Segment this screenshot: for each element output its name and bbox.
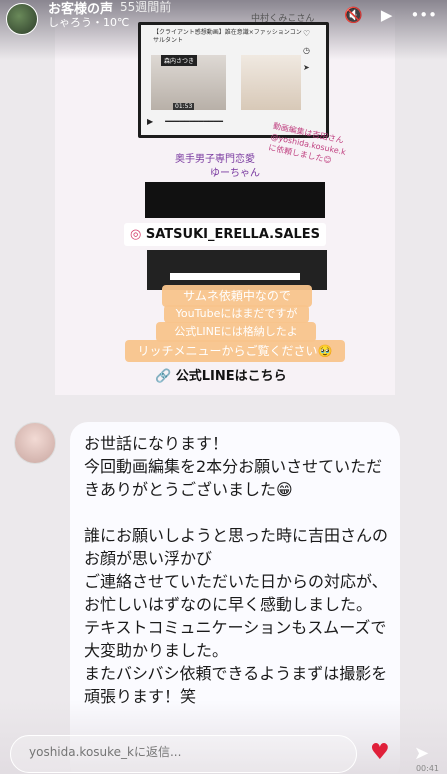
overlay-label-2: ゆーちゃん [210,168,260,179]
orange-caption-1: サムネ依頼中なので [162,285,312,307]
instagram-mention-sticker[interactable]: ◎ SATSUKI_ERELLA.SALES [124,223,327,246]
link-icon: 🔗 [155,369,172,384]
instagram-icon: ◎ [130,227,142,242]
overlay-label-1: 奥手男子専門恋愛 [175,154,255,165]
reply-input[interactable] [27,744,341,760]
video-person-right [241,55,301,110]
send-icon[interactable]: ➤ [414,743,429,764]
commenter-avatar [14,422,56,464]
more-icon[interactable]: ••• [410,6,437,24]
pink-text-strip [170,273,300,280]
comment-text: お世話になります！ 今回動画編集を2本分お願いさせていただきありがとうございまし… [84,434,389,706]
line-link-text: 公式LINEはこちら [175,369,287,384]
account-avatar[interactable] [6,3,38,35]
reply-bar[interactable] [10,735,357,773]
video-thumbnail: 中村くみこさん 【クライアント感想動画】誰在意識×ファッションコンサルタント 森… [138,14,329,138]
video-play-icon: ▶ [147,117,154,126]
heart-outline-icon: ♡ [303,29,311,38]
video-time: 01:53 [173,103,195,110]
video-title: 【クライアント感想動画】誰在意識×ファッションコンサルタント [153,29,302,44]
orange-caption-2: YouTubeにはまだですが [164,305,309,323]
line-link-sticker[interactable]: 🔗 公式LINEはこちら [155,365,287,384]
play-icon[interactable]: ▶ [381,6,393,24]
header-controls: 🔇 ▶ ••• [344,6,437,24]
video-person-name: 中村くみこさん [251,14,315,24]
video-progress: ━━━━━━━━━━━━ [165,117,223,126]
mute-icon[interactable]: 🔇 [344,6,363,24]
sticker-text: SATSUKI_ERELLA.SALES [145,227,321,242]
video-side-icons: ♡ ◷ ➤ [303,29,317,72]
share-icon: ➤ [303,63,310,72]
dark-image-strip-2 [147,250,327,290]
dark-image-strip-1 [145,182,325,218]
orange-caption-4: リッチメニューからご覧ください🥹 [125,340,345,362]
story-viewer: お客様の声 55週間前 しゃろう・10℃ 🔇 ▶ ••• 中村くみこさん 【クラ… [0,0,447,774]
story-time: 55週間前 [120,0,172,14]
orange-caption-3: 公式LINEには格納したよ [156,322,316,342]
heart-icon[interactable]: ♥ [370,740,390,765]
video-name-tag: 森内さつき [161,55,198,66]
timestamp: 00:41 [415,764,439,773]
clock-icon: ◷ [303,46,310,55]
music-label[interactable]: しゃろう・10℃ [48,14,129,30]
